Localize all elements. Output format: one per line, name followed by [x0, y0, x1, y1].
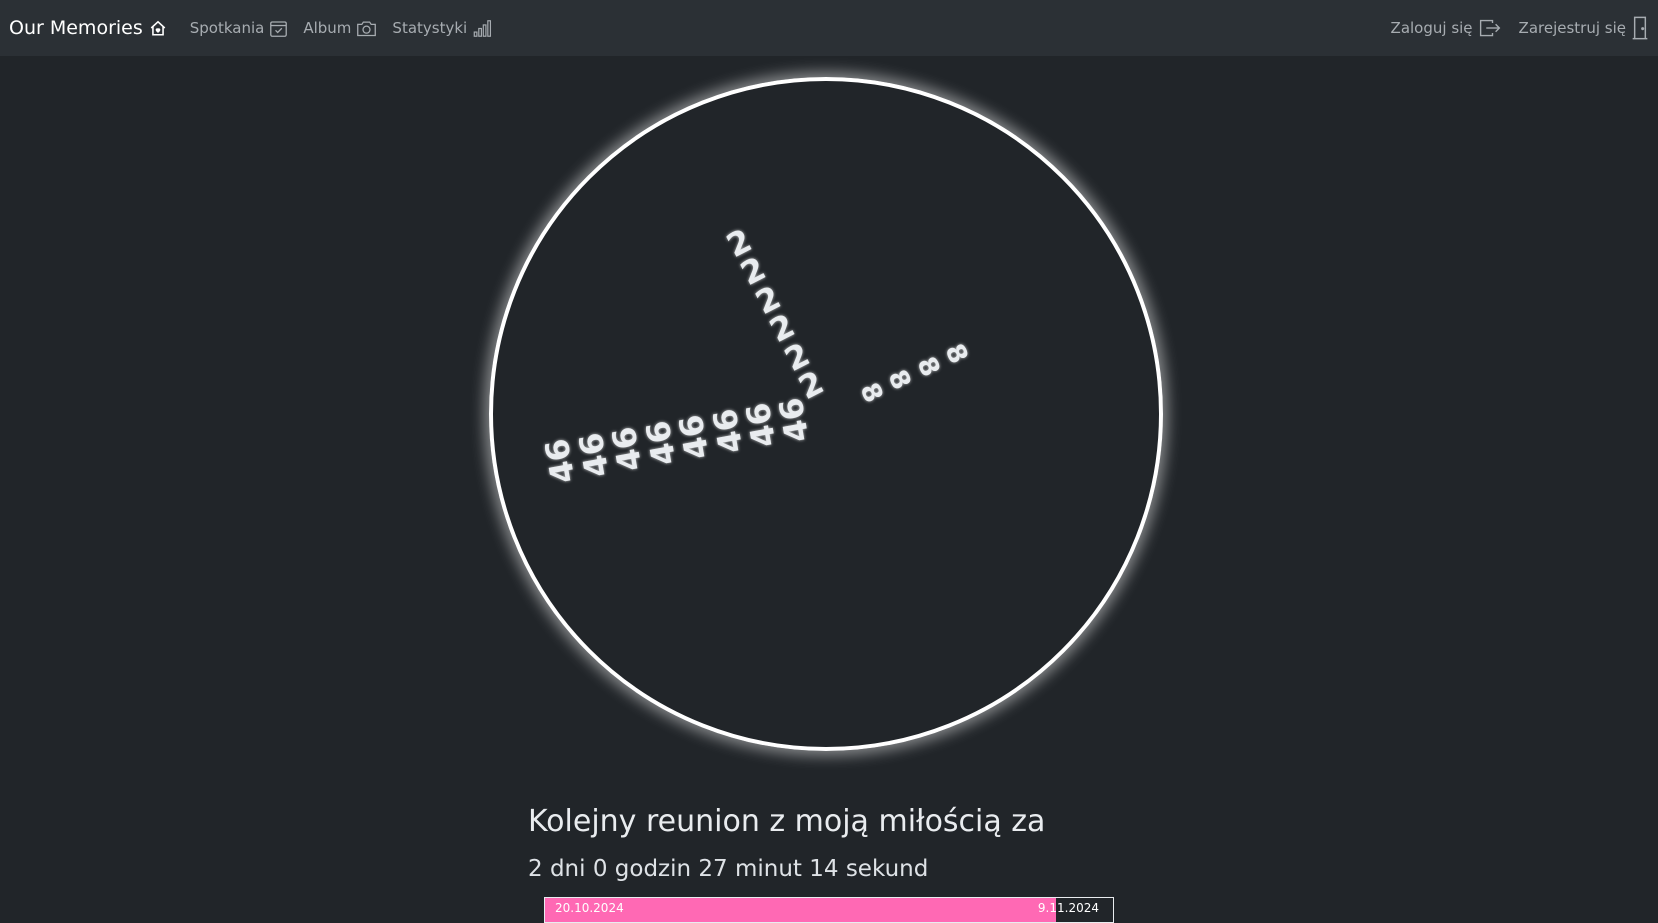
progress-start-date: 20.10.2024 — [555, 901, 624, 915]
box-arrow-right-icon — [1479, 19, 1500, 37]
brand-link[interactable]: Our Memories — [9, 17, 167, 39]
nav-auth: Zaloguj się Zarejestruj się — [1374, 16, 1649, 40]
second-hand-digit: 8 — [938, 339, 974, 369]
nav-stats-label: Statystyki — [392, 19, 468, 37]
second-hand-digit: 8 — [853, 378, 889, 408]
bar-chart-icon — [473, 19, 492, 37]
reunion-progress-bar: 20.10.2024 9.11.2024 — [544, 897, 1114, 923]
door-icon — [1632, 16, 1648, 40]
nav-meetings[interactable]: Spotkania — [190, 19, 289, 38]
house-heart-icon — [150, 20, 166, 36]
nav-album-label: Album — [303, 19, 352, 37]
second-hand-digit: 8 — [881, 365, 917, 395]
register-label: Zarejestruj się — [1518, 19, 1626, 37]
countdown-title: Kolejny reunion z moją miłością za — [528, 804, 1046, 839]
register-link[interactable]: Zarejestruj się — [1519, 16, 1649, 40]
countdown-remaining: 2 dni 0 godzin 27 minut 14 sekund — [528, 856, 929, 882]
navbar: Our Memories Spotkania Album Statystyki — [0, 0, 1658, 56]
hour-hand-digit: 2 — [720, 220, 758, 265]
camera-icon — [357, 20, 377, 36]
nav-meetings-label: Spotkania — [189, 19, 265, 37]
login-label: Zaloguj się — [1390, 19, 1473, 37]
progress-end-date: 9.11.2024 — [1037, 901, 1099, 915]
calendar-check-icon — [270, 20, 288, 37]
minute-hand-digit: 46 — [537, 435, 583, 487]
nav-stats[interactable]: Statystyki — [392, 19, 492, 38]
countdown-clock: 222222 46 46 46 46 46 46 46 46 8888 — [489, 77, 1163, 751]
second-hand-digit: 8 — [910, 352, 945, 382]
login-link[interactable]: Zaloguj się — [1391, 18, 1502, 38]
nav-album[interactable]: Album — [303, 19, 377, 38]
brand-label: Our Memories — [9, 17, 143, 39]
